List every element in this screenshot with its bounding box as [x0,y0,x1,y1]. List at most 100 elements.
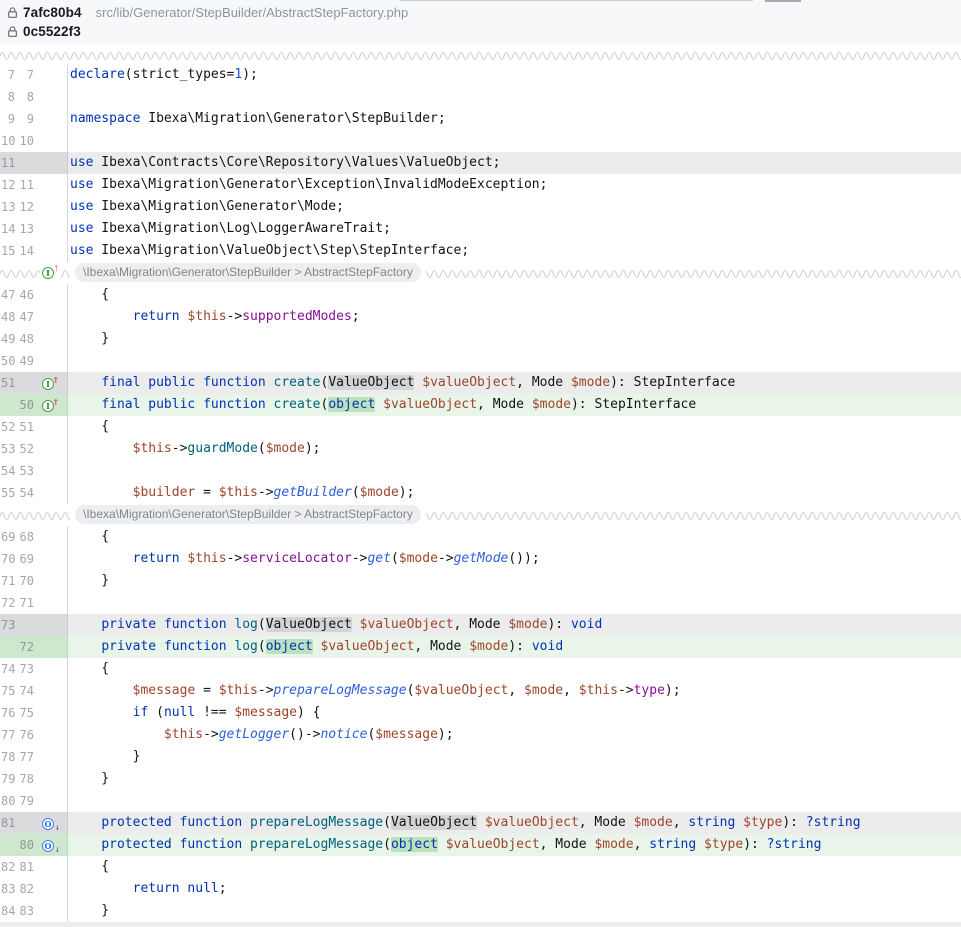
code-text[interactable]: if (null !== $message) { [68,702,961,724]
diff-line-added[interactable]: 72 private function log(object $valueObj… [0,636,961,658]
code-text[interactable]: return $this->supportedModes; [68,306,961,328]
code-line[interactable]: 8079 [0,790,961,812]
code-text[interactable]: $this->getLogger()->notice($message); [68,724,961,746]
code-line[interactable]: 7877 } [0,746,961,768]
diff-line-removed[interactable]: 51I↑ final public function create(ValueO… [0,372,961,394]
code-text[interactable] [68,790,961,812]
code-line[interactable]: 4948 } [0,328,961,350]
diff-line-removed[interactable]: 73 private function log(ValueObject $val… [0,614,961,636]
code-text[interactable] [68,592,961,614]
code-text[interactable]: final public function create(object $val… [68,394,961,416]
line-number-old: 84 [1,900,15,922]
code-text[interactable]: $builder = $this->getBuilder($mode); [68,482,961,504]
line-number-new: 52 [18,438,34,460]
code-line[interactable]: 7776 $this->getLogger()->notice($message… [0,724,961,746]
diff-line-added[interactable]: 50I↑ final public function create(object… [0,394,961,416]
code-text[interactable]: $this->guardMode($mode); [68,438,961,460]
gutter-icon-slot [34,86,67,108]
code-text[interactable] [68,460,961,482]
code-text[interactable]: use Ibexa\Migration\Generator\Exception\… [68,174,961,196]
code-line[interactable]: 99namespace Ibexa\Migration\Generator\St… [0,108,961,130]
line-number-old: 8 [1,86,15,108]
collapsed-region-separator[interactable]: \Ibexa\Migration\Generator\StepBuilder >… [0,504,961,526]
code-line[interactable]: 8281 { [0,856,961,878]
code-text[interactable] [68,130,961,152]
code-line[interactable]: 88 [0,86,961,108]
overridden-method-icon[interactable]: O↓ [42,838,59,853]
implements-method-icon[interactable]: I↑ [42,265,59,280]
code-line[interactable]: 7675 if (null !== $message) { [0,702,961,724]
gutter: 50I↑ [0,394,68,416]
code-text[interactable]: use Ibexa\Migration\ValueObject\Step\Ste… [68,240,961,262]
code-line[interactable]: 1312use Ibexa\Migration\Generator\Mode; [0,196,961,218]
diff-line-removed[interactable]: 11 use Ibexa\Contracts\Core\Repository\Va… [0,152,961,174]
line-number-old: 11 [1,152,15,174]
code-line[interactable]: 1413use Ibexa\Migration\Log\LoggerAwareT… [0,218,961,240]
code-line[interactable]: 4746 { [0,284,961,306]
code-line[interactable]: 8382 return null; [0,878,961,900]
code-line[interactable]: 7170 } [0,570,961,592]
code-line[interactable]: 7574 $message = $this->prepareLogMessage… [0,680,961,702]
diff-line-removed[interactable]: 81O↓ protected function prepareLogMessag… [0,812,961,834]
code-text[interactable]: } [68,746,961,768]
code-line[interactable]: 7271 [0,592,961,614]
code-line[interactable]: 7473 { [0,658,961,680]
code-text[interactable]: use Ibexa\Contracts\Core\Repository\Valu… [68,152,961,174]
code-text[interactable]: private function log(object $valueObject… [68,636,961,658]
implements-method-icon[interactable]: I↑ [42,376,59,391]
window-chrome-artifact [400,0,753,1]
code-text[interactable] [68,350,961,372]
gutter-icon-slot [34,878,67,900]
code-text[interactable]: { [68,284,961,306]
code-line[interactable]: 4847 return $this->supportedModes; [0,306,961,328]
diff-line-added[interactable]: 80O↓ protected function prepareLogMessag… [0,834,961,856]
code-text[interactable]: } [68,570,961,592]
collapsed-region-separator[interactable]: I↑ \Ibexa\Migration\Generator\StepBuilder… [0,262,961,284]
code-text[interactable]: use Ibexa\Migration\Log\LoggerAwareTrait… [68,218,961,240]
code-text[interactable]: private function log(ValueObject $valueO… [68,614,961,636]
code-text[interactable]: final public function create(ValueObject… [68,372,961,394]
code-text[interactable]: $message = $this->prepareLogMessage($val… [68,680,961,702]
line-number-new: 83 [18,900,34,922]
gutter: 77 [0,64,68,86]
code-line[interactable]: 7069 return $this->serviceLocator->get($… [0,548,961,570]
code-text[interactable] [68,86,961,108]
code-text[interactable]: } [68,900,961,922]
code-line[interactable]: 8483 } [0,900,961,922]
code-text[interactable]: } [68,328,961,350]
implements-method-icon[interactable]: I↑ [42,398,59,413]
line-number-new: 11 [18,174,34,196]
gutter: 7978 [0,768,68,790]
line-number-old: 9 [1,108,15,130]
gutter-icon-slot [34,350,67,372]
code-text[interactable]: protected function prepareLogMessage(obj… [68,834,961,856]
breadcrumb-pill[interactable]: \Ibexa\Migration\Generator\StepBuilder >… [75,505,421,524]
code-line[interactable]: 1010 [0,130,961,152]
code-line[interactable]: 1514use Ibexa\Migration\ValueObject\Step… [0,240,961,262]
code-line[interactable]: 6968 { [0,526,961,548]
code-line[interactable]: 5554 $builder = $this->getBuilder($mode)… [0,482,961,504]
code-line[interactable]: 5453 [0,460,961,482]
code-line[interactable]: 5352 $this->guardMode($mode); [0,438,961,460]
code-text[interactable]: { [68,526,961,548]
code-line[interactable]: 7978 } [0,768,961,790]
code-text[interactable]: protected function prepareLogMessage(Val… [68,812,961,834]
code-text[interactable]: { [68,856,961,878]
overridden-method-icon[interactable]: O↓ [42,816,59,831]
code-text[interactable]: { [68,416,961,438]
code-text[interactable]: namespace Ibexa\Migration\Generator\Step… [68,108,961,130]
code-line[interactable]: 5049 [0,350,961,372]
gutter-icon-slot: I↑ [34,372,67,394]
code-text[interactable]: return null; [68,878,961,900]
code-text[interactable]: return $this->serviceLocator->get($mode-… [68,548,961,570]
code-text[interactable]: } [68,768,961,790]
code-text[interactable]: use Ibexa\Migration\Generator\Mode; [68,196,961,218]
breadcrumb-pill[interactable]: \Ibexa\Migration\Generator\StepBuilder >… [75,263,421,282]
code-text[interactable]: { [68,658,961,680]
code-text[interactable]: declare(strict_types=1); [68,64,961,86]
diff-editor: 77declare(strict_types=1);8899namespace … [0,64,961,922]
code-line[interactable]: 1211use Ibexa\Migration\Generator\Except… [0,174,961,196]
gutter-icon-slot [34,438,67,460]
code-line[interactable]: 77declare(strict_types=1); [0,64,961,86]
code-line[interactable]: 5251 { [0,416,961,438]
